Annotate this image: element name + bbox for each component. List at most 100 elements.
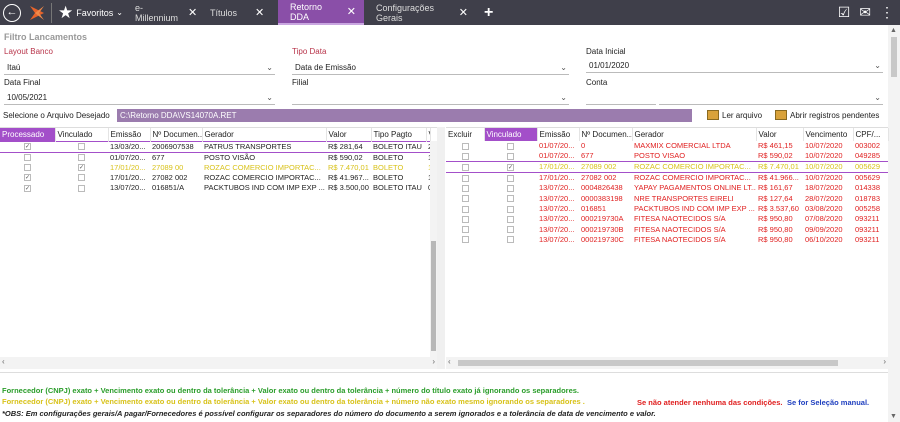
col-gerador[interactable]: Gerador <box>202 128 327 141</box>
conta-code-input[interactable] <box>586 91 656 105</box>
vinculado-cell[interactable] <box>55 173 108 183</box>
checkbox[interactable] <box>461 142 469 150</box>
close-icon[interactable]: ✕ <box>347 5 356 18</box>
table-row[interactable]: ✓ 13/07/20... 016851/A PACKTUBOS IND COM IM… <box>0 183 430 193</box>
col-vinculado[interactable]: Vinculado <box>55 128 109 141</box>
col-num-documento[interactable]: Nº Documen... <box>579 128 633 141</box>
scrollbar-thumb[interactable] <box>891 37 897 77</box>
checkbox[interactable] <box>507 205 514 213</box>
checkbox[interactable] <box>78 184 85 192</box>
checkbox[interactable] <box>461 195 469 203</box>
vinculado-cell[interactable] <box>484 173 537 184</box>
vinculado-cell[interactable] <box>484 194 537 204</box>
table-row[interactable]: 01/07/20... 677 POSTO VISÃO R$ 590,02 BOLETO… <box>0 152 430 163</box>
favorites-menu[interactable]: ★ Favoritos ⌄ <box>58 3 123 23</box>
table-row[interactable]: 01/07/20... 677 POSTO VISAO R$ 590,02 10/07/… <box>446 151 888 162</box>
chevron-right-icon[interactable]: › <box>432 357 435 366</box>
vinculado-cell[interactable] <box>484 214 537 224</box>
close-icon[interactable]: ✕ <box>255 6 264 19</box>
more-icon[interactable]: ⋮ <box>880 4 894 21</box>
checkbox[interactable] <box>461 236 469 244</box>
checkbox[interactable] <box>78 154 85 162</box>
excluir-cell[interactable] <box>446 141 484 151</box>
checkbox[interactable] <box>507 195 514 203</box>
table-row[interactable]: 13/07/20... 000219730C FITESA NAOTECIDOS S… <box>446 235 888 245</box>
col-emissao[interactable]: Emissão <box>537 128 580 141</box>
close-icon[interactable]: ✕ <box>459 6 468 19</box>
chevron-left-icon[interactable]: ‹ <box>2 357 5 366</box>
processado-cell[interactable]: ✓ <box>0 140 55 153</box>
close-icon[interactable]: ✕ <box>188 6 197 19</box>
layout-banco-select[interactable]: Itaú ⌄ <box>4 61 275 75</box>
vinculado-cell[interactable] <box>55 152 108 163</box>
vinculado-cell[interactable] <box>55 183 108 193</box>
checkbox[interactable] <box>461 205 469 213</box>
table-row[interactable]: ✓ 17/01/20... 27089 00 ROZAC COMERCIO IMPOR… <box>0 163 430 173</box>
checkbox[interactable] <box>78 143 85 151</box>
table-row[interactable]: ✓ 17/01/20... 27089 002 ROZAC COMERCIO IMPO… <box>446 161 888 174</box>
processado-cell[interactable]: ✓ <box>0 173 55 183</box>
scrollbar-thumb[interactable] <box>458 360 838 366</box>
col-processado[interactable]: Processado <box>0 128 56 141</box>
read-file-button[interactable]: Ler arquivo <box>707 110 762 120</box>
logo-icon[interactable] <box>27 3 47 23</box>
tab-configuracoes-gerais[interactable]: Configurações Gerais ✕ <box>364 0 476 25</box>
excluir-cell[interactable] <box>446 224 484 234</box>
checkbox[interactable] <box>507 236 514 244</box>
scrollbar-thumb[interactable] <box>431 241 436 351</box>
checkbox[interactable] <box>507 174 514 182</box>
tipo-data-select[interactable]: Data de Emissão ⌄ <box>292 61 569 75</box>
left-grid-scrollbar[interactable] <box>430 141 437 357</box>
checkbox[interactable] <box>461 184 469 192</box>
checkbox[interactable] <box>507 184 514 192</box>
checkbox[interactable] <box>461 152 469 160</box>
vinculado-cell[interactable]: ✓ <box>484 161 537 174</box>
clipboard-icon[interactable]: ☑ <box>838 4 851 21</box>
excluir-cell[interactable] <box>446 204 484 214</box>
vinculado-cell[interactable] <box>484 224 537 234</box>
table-row[interactable]: ✓ 13/03/20... 2006907538 PATRUS TRANSPORTES… <box>0 140 430 153</box>
vinculado-cell[interactable] <box>484 183 537 193</box>
col-vencimento[interactable]: Vencimento <box>803 128 854 141</box>
col-valor[interactable]: Valor <box>756 128 804 141</box>
excluir-cell[interactable] <box>446 194 484 204</box>
checkbox[interactable] <box>507 152 514 160</box>
chevron-up-icon[interactable]: ▲ <box>890 27 897 34</box>
table-row[interactable]: 13/07/20... 000219730B FITESA NAOTECIDOS S… <box>446 224 888 234</box>
table-row[interactable]: 13/07/20... 0004826438 YAPAY PAGAMENTOS ON… <box>446 183 888 193</box>
checkbox[interactable]: ✓ <box>24 143 31 151</box>
checkbox[interactable]: ✓ <box>507 163 514 171</box>
vinculado-cell[interactable] <box>484 141 537 151</box>
back-icon[interactable]: ← <box>3 3 21 22</box>
vinculado-cell[interactable] <box>55 140 108 153</box>
vinculado-cell[interactable] <box>484 204 537 214</box>
checkbox[interactable]: ✓ <box>78 164 85 172</box>
col-tipo-pagto[interactable]: Tipo Pagto <box>371 128 427 141</box>
table-row[interactable]: ✓ 17/01/20... 27082 002 ROZAC COMERCIO IMPO… <box>0 173 430 183</box>
checkbox[interactable] <box>24 164 31 172</box>
excluir-cell[interactable] <box>446 173 484 184</box>
plus-icon[interactable]: + <box>484 4 493 22</box>
table-row[interactable]: 13/07/20... 000219730A FITESA NAOTECIDOS S… <box>446 214 888 224</box>
table-row[interactable]: 13/07/20... 0000383198 NRE TRANSPORTES EIR… <box>446 194 888 204</box>
tab-titulos[interactable]: Títulos ✕ <box>198 0 278 25</box>
tab-retorno-dda[interactable]: Retorno DDA ✕ <box>277 0 364 25</box>
page-scrollbar[interactable]: ▲ ▼ <box>888 25 900 422</box>
checkbox[interactable] <box>507 142 514 150</box>
excluir-cell[interactable] <box>446 235 484 245</box>
grid-splitter[interactable] <box>437 127 445 369</box>
chat-icon[interactable]: ✉ <box>859 4 871 21</box>
vinculado-cell[interactable] <box>484 151 537 162</box>
col-cpf[interactable]: CPF/... <box>853 128 889 141</box>
table-row[interactable]: 17/01/20... 27082 002 ROZAC COMERCIO IMPOR… <box>446 173 888 184</box>
col-gerador[interactable]: Gerador <box>632 128 757 141</box>
right-grid-hscrollbar[interactable]: ‹ › <box>446 357 888 369</box>
chevron-left-icon[interactable]: ‹ <box>448 357 451 366</box>
data-final-select[interactable]: 10/05/2021 ⌄ <box>4 91 275 105</box>
checkbox[interactable]: ✓ <box>24 174 31 182</box>
col-emissao[interactable]: Emissão <box>108 128 151 141</box>
checkbox[interactable] <box>78 174 85 182</box>
processado-cell[interactable]: ✓ <box>0 183 55 193</box>
col-valor[interactable]: Valor <box>326 128 372 141</box>
data-inicial-select[interactable]: 01/01/2020 ⌄ <box>586 59 883 73</box>
